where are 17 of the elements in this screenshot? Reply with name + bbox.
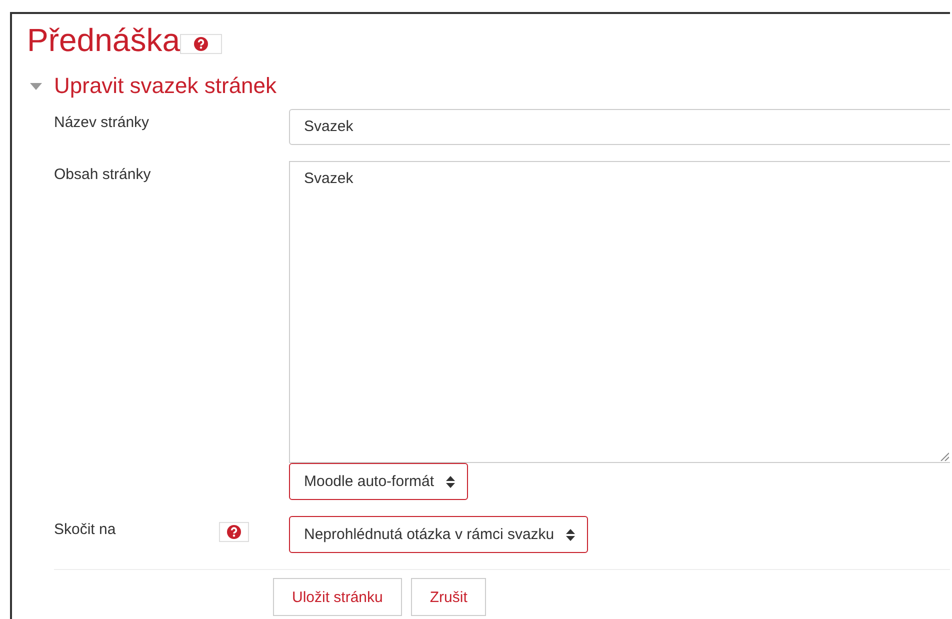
format-select[interactable]: Moodle auto-formát	[289, 463, 468, 500]
collapse-caret-icon[interactable]	[30, 82, 42, 90]
field-label: Obsah stránky	[54, 165, 151, 185]
sort-arrows-icon	[566, 528, 576, 540]
input-field[interactable]: Svazek	[289, 109, 950, 145]
sort-arrows-icon	[446, 476, 456, 488]
save-button[interactable]: Uložit stránku	[273, 578, 402, 616]
select-field[interactable]: Neprohlédnutá otázka v rámci svazku	[289, 516, 588, 553]
section-heading[interactable]: Upravit svazek stránek	[54, 73, 277, 99]
textarea-field[interactable]: Svazek	[289, 161, 950, 463]
resize-grip-icon	[939, 451, 949, 461]
help-icon[interactable]	[227, 525, 241, 539]
field-label: Název stránky	[54, 113, 150, 133]
cancel-button[interactable]: Zrušit	[410, 578, 486, 616]
help-icon[interactable]	[194, 37, 208, 51]
field-label: Skočit na	[54, 520, 116, 540]
page-title: Přednáška	[27, 21, 180, 60]
